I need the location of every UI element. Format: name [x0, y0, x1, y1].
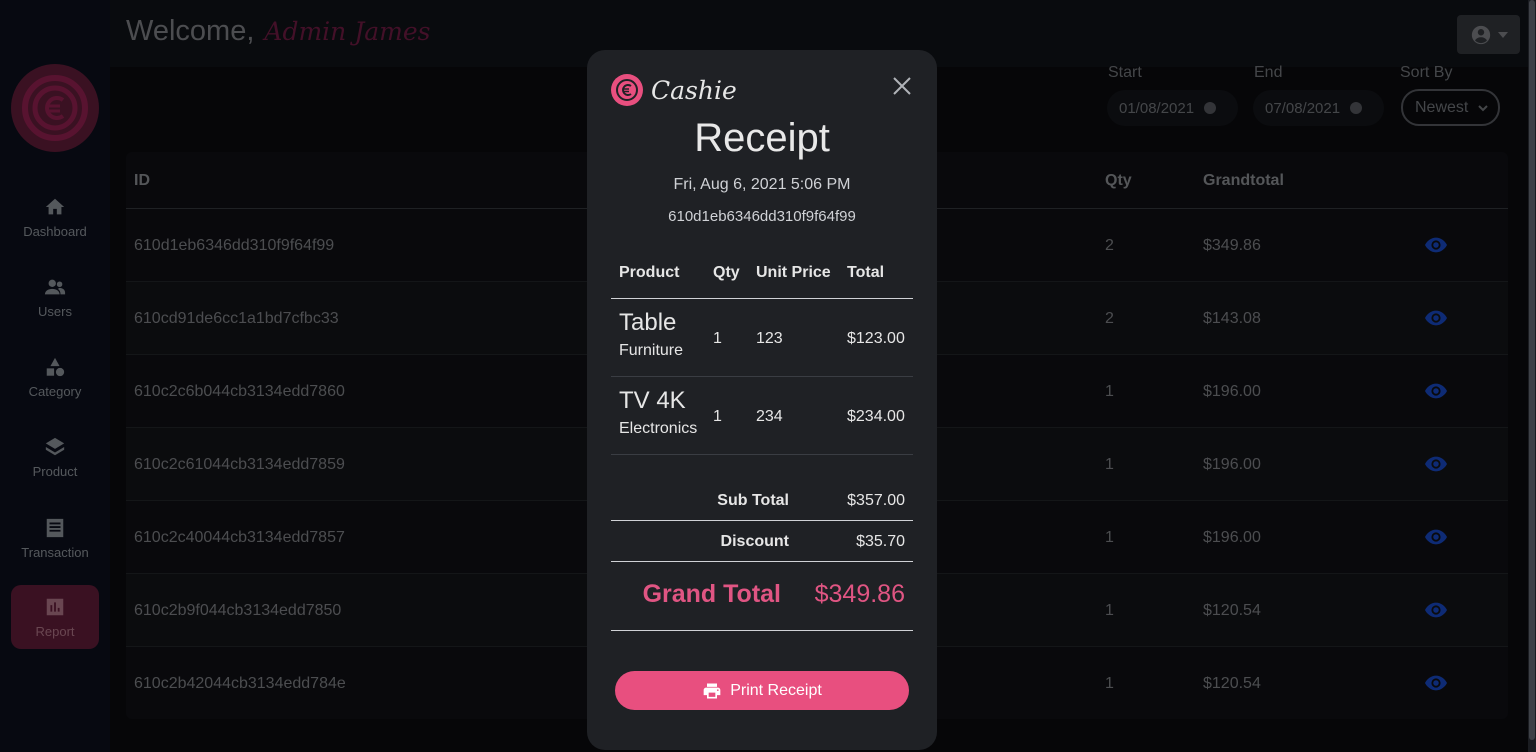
close-icon[interactable]	[892, 76, 912, 96]
discount-value: $35.70	[856, 533, 905, 550]
printer-icon	[703, 683, 721, 698]
grand-total-value: $349.86	[814, 580, 905, 608]
cashie-logo-icon	[611, 74, 643, 106]
scrollbar-thumb[interactable]	[1529, 0, 1535, 740]
column-product: Product	[619, 264, 680, 281]
discount-label: Discount	[720, 533, 789, 550]
scrollbar[interactable]	[1528, 0, 1536, 752]
divider	[611, 520, 913, 521]
item-unit-price: 234	[756, 408, 783, 425]
item-qty: 1	[713, 330, 722, 347]
subtotal-label: Sub Total	[717, 492, 789, 509]
receipt-title: Receipt	[694, 116, 830, 160]
item-total: $234.00	[847, 408, 905, 425]
item-name: Table	[619, 309, 677, 336]
divider	[611, 561, 913, 562]
receipt-item: Table Furniture 1 123 $123.00	[611, 299, 913, 377]
receipt-modal: Cashie Receipt Fri, Aug 6, 2021 5:06 PM …	[587, 50, 937, 750]
item-category: Electronics	[619, 420, 698, 437]
item-total: $123.00	[847, 330, 905, 347]
receipt-id: 610d1eb6346dd310f9f64f99	[668, 208, 856, 225]
column-total: Total	[847, 264, 885, 281]
print-receipt-button[interactable]: Print Receipt	[615, 671, 909, 710]
print-receipt-label: Print Receipt	[730, 681, 822, 699]
modal-brand: Cashie	[611, 74, 737, 106]
divider	[611, 630, 913, 631]
receipt-date: Fri, Aug 6, 2021 5:06 PM	[673, 176, 851, 193]
column-unit-price: Unit Price	[756, 264, 831, 281]
subtotal-value: $357.00	[847, 492, 905, 509]
item-unit-price: 123	[756, 330, 783, 347]
receipt-item: TV 4K Electronics 1 234 $234.00	[611, 377, 913, 455]
column-qty: Qty	[713, 264, 740, 281]
brand-name: Cashie	[651, 75, 737, 105]
item-name: TV 4K	[619, 387, 686, 414]
grand-total-label: Grand Total	[642, 580, 781, 608]
item-category: Furniture	[619, 342, 684, 359]
receipt-table-header: Product Qty Unit Price Total	[611, 246, 913, 299]
item-qty: 1	[713, 408, 722, 425]
